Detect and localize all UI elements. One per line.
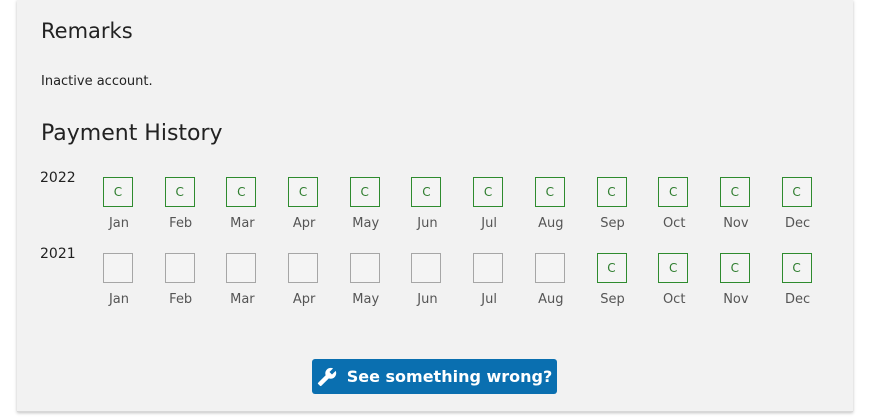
payment-status-box: C	[781, 177, 812, 207]
payment-status-box	[226, 253, 257, 283]
month-label: Sep	[600, 216, 625, 231]
month-cell: Jan	[103, 246, 165, 307]
month-label: Jun	[417, 216, 438, 231]
remarks-text: Inactive account.	[41, 74, 153, 89]
payment-status-box: C	[719, 253, 750, 283]
payment-status-box	[164, 253, 195, 283]
payment-status-box: C	[103, 177, 133, 207]
month-cell: C May	[349, 170, 412, 231]
month-cell: C Apr	[288, 170, 350, 231]
month-cell: Feb	[164, 246, 227, 307]
payment-year-row: 2021 Jan Feb Mar Apr May Jun Jul Aug C Sep C Oct C Nov…	[17, 246, 853, 316]
remarks-heading: Remarks	[41, 19, 133, 43]
wrench-icon	[317, 367, 336, 386]
month-cell: May	[349, 246, 412, 307]
year-label: 2021	[40, 246, 76, 262]
month-label: Aug	[538, 216, 564, 231]
month-cell: C Mar	[226, 170, 288, 231]
payment-status-box	[349, 253, 380, 283]
month-label: Apr	[292, 216, 316, 231]
payment-status-box: C	[288, 177, 319, 207]
month-cell: Mar	[226, 246, 288, 307]
month-cell: C Aug	[534, 170, 597, 231]
payment-status-box: C	[411, 177, 442, 207]
month-label: Nov	[723, 292, 749, 307]
payment-status-box	[103, 253, 133, 283]
month-label: Jul	[481, 292, 497, 307]
month-list: Jan Feb Mar Apr May Jun Jul Aug C Sep C Oct C Nov C Dec	[103, 246, 843, 307]
year-label: 2022	[40, 170, 76, 186]
payment-status-box	[534, 253, 565, 283]
payment-status-box: C	[164, 177, 195, 207]
month-cell: C Sep	[596, 170, 659, 231]
month-label: Feb	[169, 216, 193, 231]
payment-history-heading: Payment History	[41, 121, 223, 146]
credit-report-card: Remarks Inactive account. Payment Histor…	[17, 0, 853, 412]
month-cell: C Jul	[473, 170, 535, 231]
month-label: Mar	[230, 216, 255, 231]
month-cell: C Jun	[411, 170, 473, 231]
month-label: Feb	[169, 292, 193, 307]
month-cell: Jun	[411, 246, 473, 307]
payment-status-box: C	[226, 177, 257, 207]
payment-status-box: C	[596, 177, 627, 207]
month-list: C Jan C Feb C Mar C Apr C May C Jun C Jul C Aug C Sep C Oct…	[103, 170, 843, 231]
month-label: Jul	[481, 216, 497, 231]
month-cell: C Nov	[719, 246, 782, 307]
payment-status-box: C	[719, 177, 750, 207]
month-cell: C Dec	[781, 170, 844, 231]
payment-status-box	[411, 253, 442, 283]
month-label: Apr	[292, 292, 316, 307]
payment-year-row: 2022 C Jan C Feb C Mar C Apr C May C Jun C Jul C Aug C Sep…	[17, 170, 853, 240]
month-cell: C Jan	[103, 170, 165, 231]
payment-status-box: C	[658, 177, 689, 207]
month-cell: Jul	[473, 246, 535, 307]
month-label: Mar	[230, 292, 255, 307]
payment-status-box: C	[473, 177, 504, 207]
month-label: May	[352, 216, 380, 231]
month-label: Jun	[417, 292, 438, 307]
payment-status-box	[288, 253, 319, 283]
month-cell: C Sep	[596, 246, 659, 307]
month-label: Dec	[784, 292, 811, 307]
payment-status-box: C	[596, 253, 627, 283]
payment-status-box	[473, 253, 504, 283]
payment-status-box: C	[658, 253, 689, 283]
month-cell: C Dec	[781, 246, 844, 307]
month-label: Oct	[662, 292, 686, 307]
month-cell: Aug	[534, 246, 597, 307]
month-cell: C Oct	[658, 246, 720, 307]
month-label: Dec	[784, 216, 811, 231]
see-something-wrong-label: See something wrong?	[346, 367, 553, 386]
payment-status-box: C	[534, 177, 565, 207]
payment-status-box: C	[349, 177, 380, 207]
month-label: Jan	[108, 292, 130, 307]
month-label: Sep	[600, 292, 625, 307]
month-label: Aug	[538, 292, 564, 307]
month-label: Jan	[108, 216, 130, 231]
month-label: May	[352, 292, 380, 307]
month-cell: C Nov	[719, 170, 782, 231]
payment-status-box: C	[781, 253, 812, 283]
month-cell: Apr	[288, 246, 350, 307]
month-label: Oct	[662, 216, 686, 231]
month-label: Nov	[723, 216, 749, 231]
month-cell: C Oct	[658, 170, 720, 231]
see-something-wrong-button[interactable]: See something wrong?	[312, 359, 557, 394]
month-cell: C Feb	[164, 170, 227, 231]
